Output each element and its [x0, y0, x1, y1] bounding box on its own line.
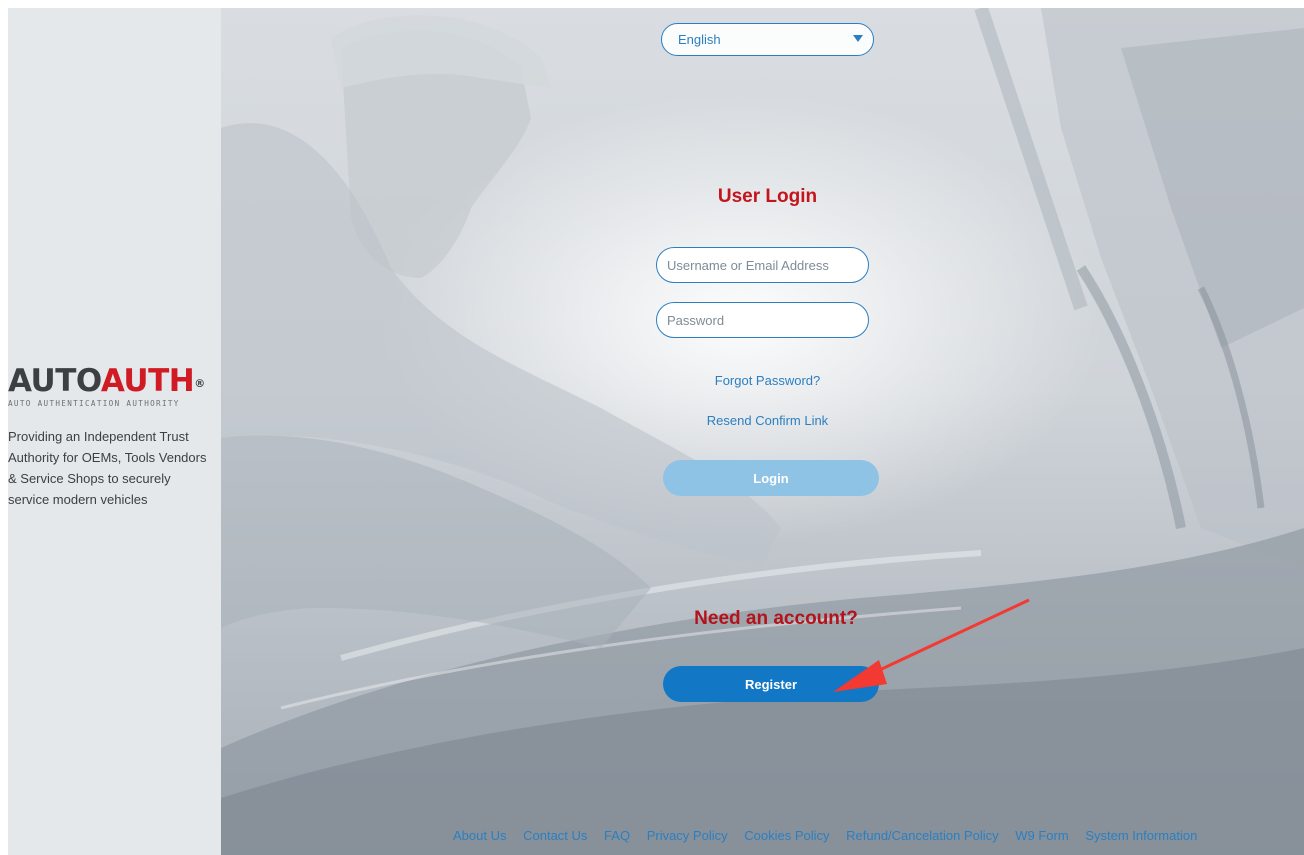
- brand-description: Providing an Independent Trust Authority…: [8, 429, 207, 507]
- page: AUTOAUTH® AUTO AUTHENTICATION AUTHORITY …: [0, 0, 1304, 855]
- login-button[interactable]: Login: [663, 460, 879, 496]
- footer-links: About Us Contact Us FAQ Privacy Policy C…: [453, 828, 1303, 843]
- footer-link-cookies-policy[interactable]: Cookies Policy: [744, 828, 829, 843]
- app-frame: AUTOAUTH® AUTO AUTHENTICATION AUTHORITY …: [8, 8, 1304, 855]
- logo-tagline: AUTO AUTHENTICATION AUTHORITY: [8, 399, 180, 408]
- footer-link-contact-us[interactable]: Contact Us: [523, 828, 587, 843]
- hero-background: English User Login Forgot Password? Rese…: [221, 8, 1304, 855]
- sidebar: AUTOAUTH® AUTO AUTHENTICATION AUTHORITY …: [8, 8, 221, 855]
- mechanic-background-image: [221, 8, 1304, 855]
- footer-link-system-information[interactable]: System Information: [1085, 828, 1197, 843]
- footer-link-privacy-policy[interactable]: Privacy Policy: [647, 828, 728, 843]
- chevron-down-icon: [853, 35, 863, 42]
- footer-link-about-us[interactable]: About Us: [453, 828, 506, 843]
- logo-wordmark: AUTOAUTH®: [8, 366, 221, 397]
- password-input[interactable]: [656, 302, 869, 338]
- resend-confirm-link[interactable]: Resend Confirm Link: [661, 413, 874, 428]
- language-selected-value: English: [678, 32, 721, 47]
- footer-link-faq[interactable]: FAQ: [604, 828, 630, 843]
- footer-link-w9-form[interactable]: W9 Form: [1015, 828, 1068, 843]
- register-button[interactable]: Register: [663, 666, 879, 702]
- forgot-password-link[interactable]: Forgot Password?: [661, 373, 874, 388]
- footer-link-refund-policy[interactable]: Refund/Cancelation Policy: [846, 828, 998, 843]
- login-title: User Login: [717, 186, 818, 207]
- language-select[interactable]: English: [661, 23, 874, 56]
- logo-word-auto: AUTO: [8, 363, 101, 399]
- logo-word-auth: AUTH: [100, 363, 195, 399]
- username-input[interactable]: [656, 247, 869, 283]
- registered-mark: ®: [194, 377, 205, 390]
- autoauth-logo: AUTOAUTH® AUTO AUTHENTICATION AUTHORITY: [8, 366, 221, 409]
- need-account-title: Need an account?: [694, 608, 858, 629]
